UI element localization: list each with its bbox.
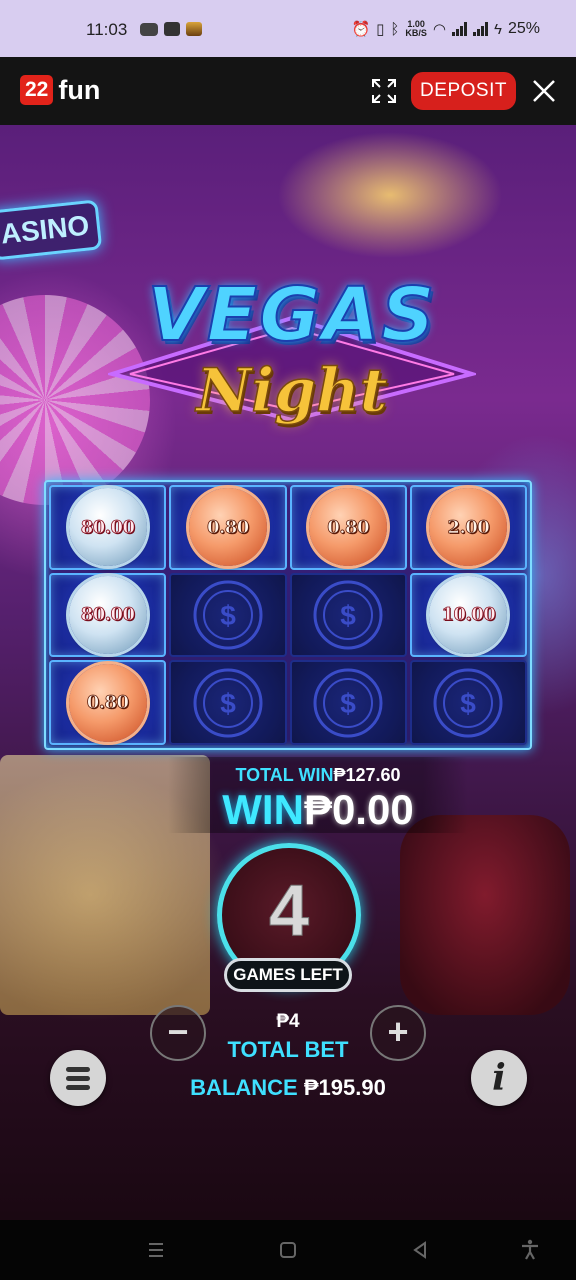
decrease-bet-button[interactable]: − — [150, 1005, 206, 1061]
menu-icon — [66, 1067, 90, 1090]
recent-apps-icon[interactable] — [144, 1238, 168, 1262]
coin-value: 0.80 — [206, 516, 250, 538]
background-chair — [400, 815, 570, 1015]
logo: 22 fun — [20, 75, 100, 105]
win-panel: TOTAL WIN₱127.60 WIN₱0.00 — [168, 757, 468, 833]
coin-value: 80.00 — [80, 516, 135, 538]
copper-coin: 2.00 — [429, 488, 508, 567]
app-notification-icon — [186, 22, 202, 36]
signal-icon — [452, 22, 468, 36]
signal-icon — [473, 22, 489, 36]
balance-value: ₱195.90 — [303, 1075, 386, 1100]
status-time: 11:03 — [86, 20, 128, 39]
svg-text:$: $ — [220, 688, 236, 719]
status-bar: 11:03 ⏰ ▯ ᛒ 1.00 KB/S ◠ ϟ 25% — [0, 0, 576, 57]
reel-cell: 10.00 — [409, 572, 527, 658]
svg-text:$: $ — [220, 600, 236, 631]
reel-cell: $ — [289, 572, 407, 658]
status-indicators: ⏰ ▯ ᛒ 1.00 KB/S ◠ ϟ 25% — [351, 19, 540, 39]
reel-cell: 0.80 — [289, 485, 407, 570]
reel-cell: $ — [409, 660, 527, 745]
reel-cell: 80.00 — [49, 485, 167, 570]
copper-coin: 0.80 — [309, 488, 388, 567]
copper-coin: 0.80 — [68, 663, 147, 742]
alarm-icon: ⏰ — [351, 21, 371, 38]
games-left-label: GAMES LEFT — [224, 958, 352, 992]
charging-icon: ϟ — [494, 20, 502, 38]
dollar-coin-icon: $ — [193, 668, 263, 738]
reel-cell: 0.80 — [169, 485, 287, 570]
increase-bet-button[interactable]: + — [370, 1005, 426, 1061]
svg-text:$: $ — [340, 688, 356, 719]
close-icon[interactable] — [531, 78, 557, 104]
game-title-vegas: VEGAS — [146, 271, 437, 359]
game-logo: VEGAS Night — [100, 270, 484, 460]
app-notification-icon — [164, 22, 180, 36]
coin-value: 0.80 — [86, 692, 129, 714]
silver-coin: 80.00 — [68, 488, 147, 567]
coin-value: 2.00 — [447, 516, 490, 538]
wifi-icon: ◠ — [432, 21, 447, 38]
menu-button[interactable] — [50, 1050, 106, 1106]
system-nav-bar — [0, 1220, 576, 1280]
info-button[interactable]: i — [471, 1050, 527, 1106]
background-casino-sign: ASINO — [0, 199, 103, 261]
coin-value: 10.00 — [441, 604, 496, 626]
app-notification-icon — [140, 22, 158, 36]
svg-text:$: $ — [461, 688, 477, 719]
win-value: ₱0.00 — [303, 786, 414, 833]
reel-cell: $ — [169, 572, 287, 658]
games-left-count: 4 — [268, 871, 310, 952]
accessibility-icon[interactable] — [518, 1238, 542, 1262]
dollar-coin-icon: $ — [433, 668, 503, 738]
total-win-label: TOTAL WIN — [235, 765, 334, 785]
fullscreen-icon[interactable] — [370, 77, 398, 105]
game-canvas: ASINO VEGAS Night 80.00 0.80 0.80 2.00 80.00… — [0, 125, 576, 1220]
coin-value: 0.80 — [327, 516, 370, 538]
total-win: TOTAL WIN₱127.60 — [168, 765, 468, 786]
win-label: WIN — [222, 786, 304, 833]
coin-value: 80.00 — [80, 604, 135, 626]
home-icon[interactable] — [276, 1238, 300, 1262]
dollar-coin-icon: $ — [313, 668, 383, 738]
balance: BALANCE ₱195.90 — [150, 1075, 426, 1101]
dollar-coin-icon: $ — [313, 580, 383, 650]
reel-cell: 0.80 — [49, 660, 167, 745]
reel-cell: $ — [169, 660, 287, 745]
vibrate-icon: ▯ — [376, 21, 385, 38]
deposit-button[interactable]: DEPOSIT — [411, 72, 516, 110]
current-win: WIN₱0.00 — [168, 787, 468, 833]
total-bet-label: TOTAL BET — [227, 1037, 349, 1062]
back-icon[interactable] — [408, 1238, 432, 1262]
total-win-value: ₱127.60 — [333, 765, 401, 785]
svg-text:$: $ — [340, 600, 356, 631]
reel-cell: $ — [289, 660, 407, 745]
silver-coin: 80.00 — [68, 575, 147, 654]
battery-level: 25% — [507, 20, 540, 37]
silver-coin: 10.00 — [429, 575, 508, 654]
notification-icons — [140, 22, 202, 36]
copper-coin: 0.80 — [188, 488, 267, 567]
app-header: 22 fun DEPOSIT — [0, 57, 576, 125]
logo-badge: 22 — [20, 75, 54, 105]
reel-cell: 2.00 — [409, 485, 527, 570]
bet-amount: ₱4 — [276, 1011, 300, 1032]
logo-text: fun — [58, 75, 101, 105]
reel-cell: 80.00 — [49, 572, 167, 658]
dollar-coin-icon: $ — [193, 580, 263, 650]
game-title-night: Night — [196, 355, 388, 427]
balance-label: BALANCE — [190, 1075, 298, 1100]
bluetooth-icon: ᛒ — [390, 20, 400, 38]
reel-grid: 80.00 0.80 0.80 2.00 80.00 $ $10.00 0.80 $ $ $ — [44, 480, 532, 750]
network-speed: 1.00 KB/S — [405, 19, 427, 38]
